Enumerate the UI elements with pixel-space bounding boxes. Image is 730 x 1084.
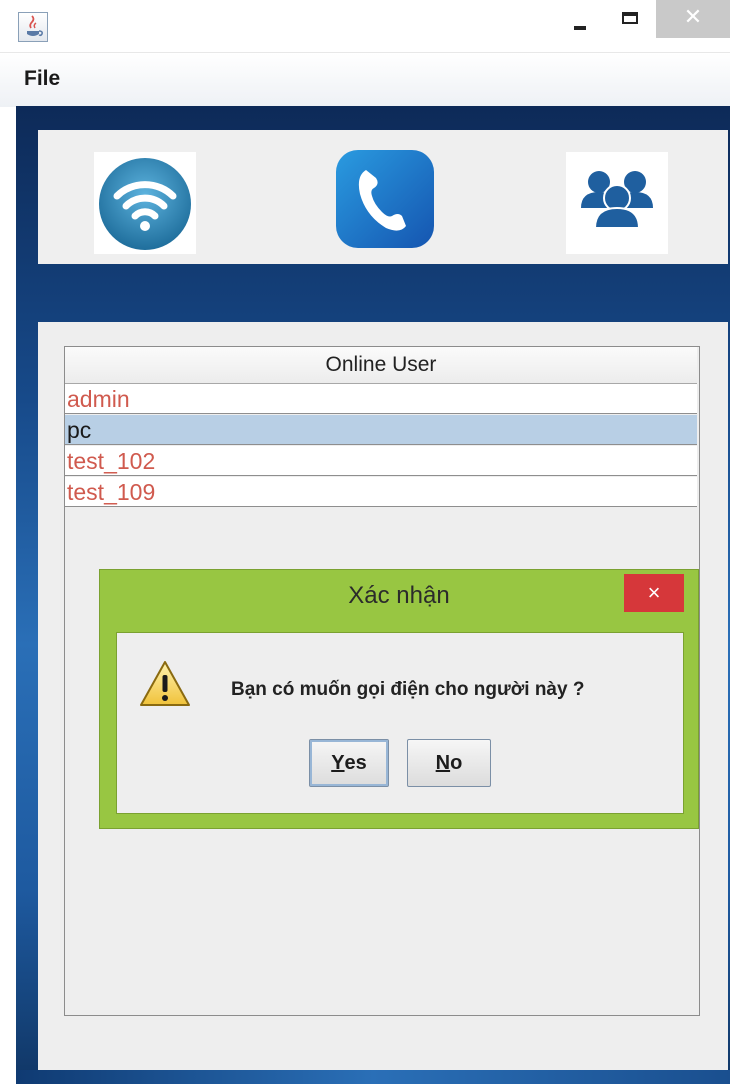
- table-header[interactable]: Online User: [65, 347, 697, 384]
- maximize-button[interactable]: [608, 0, 652, 38]
- dialog-message: Bạn có muốn gọi điện cho người này ?: [231, 679, 585, 700]
- table-row[interactable]: test_109: [65, 477, 697, 507]
- dialog-body: Bạn có muốn gọi điện cho người này ? Yes…: [116, 632, 684, 814]
- warning-icon: [140, 661, 190, 706]
- wifi-icon: [99, 158, 191, 250]
- no-button[interactable]: No: [407, 739, 491, 787]
- dialog-close-button[interactable]: ×: [624, 574, 684, 612]
- table-row[interactable]: pc: [65, 415, 697, 445]
- no-mnemonic: N: [435, 751, 451, 774]
- bottom-edge: [16, 1070, 730, 1084]
- phone-icon: [336, 150, 434, 248]
- table-row[interactable]: admin: [65, 384, 697, 414]
- java-cup-icon: [27, 15, 43, 37]
- close-icon: ×: [647, 580, 661, 605]
- table-row[interactable]: test_102: [65, 446, 697, 476]
- title-bar: ✕: [0, 0, 730, 52]
- yes-label-rest: es: [344, 751, 367, 774]
- no-label-rest: o: [450, 751, 463, 774]
- dialog-title: Xác nhận: [348, 582, 450, 609]
- user-name: test_109: [67, 479, 156, 505]
- close-icon: ✕: [683, 4, 703, 29]
- window-close-button[interactable]: ✕: [656, 0, 730, 38]
- yes-mnemonic: Y: [331, 751, 345, 774]
- users-icon: [581, 171, 653, 229]
- user-name: pc: [67, 417, 92, 443]
- java-app-icon[interactable]: [18, 12, 48, 42]
- minimize-button[interactable]: [560, 0, 604, 38]
- wifi-button[interactable]: [94, 152, 196, 254]
- confirm-dialog: Xác nhận × Bạn có muốn gọi điện cho ngườ…: [100, 570, 698, 828]
- toolbar: [38, 130, 728, 264]
- yes-button[interactable]: Yes: [309, 739, 389, 787]
- menu-file[interactable]: File: [24, 67, 60, 91]
- menu-bar: File: [0, 52, 730, 107]
- user-name: test_102: [67, 448, 156, 474]
- call-button[interactable]: [334, 148, 436, 250]
- user-name: admin: [67, 386, 130, 412]
- users-button[interactable]: [566, 152, 668, 254]
